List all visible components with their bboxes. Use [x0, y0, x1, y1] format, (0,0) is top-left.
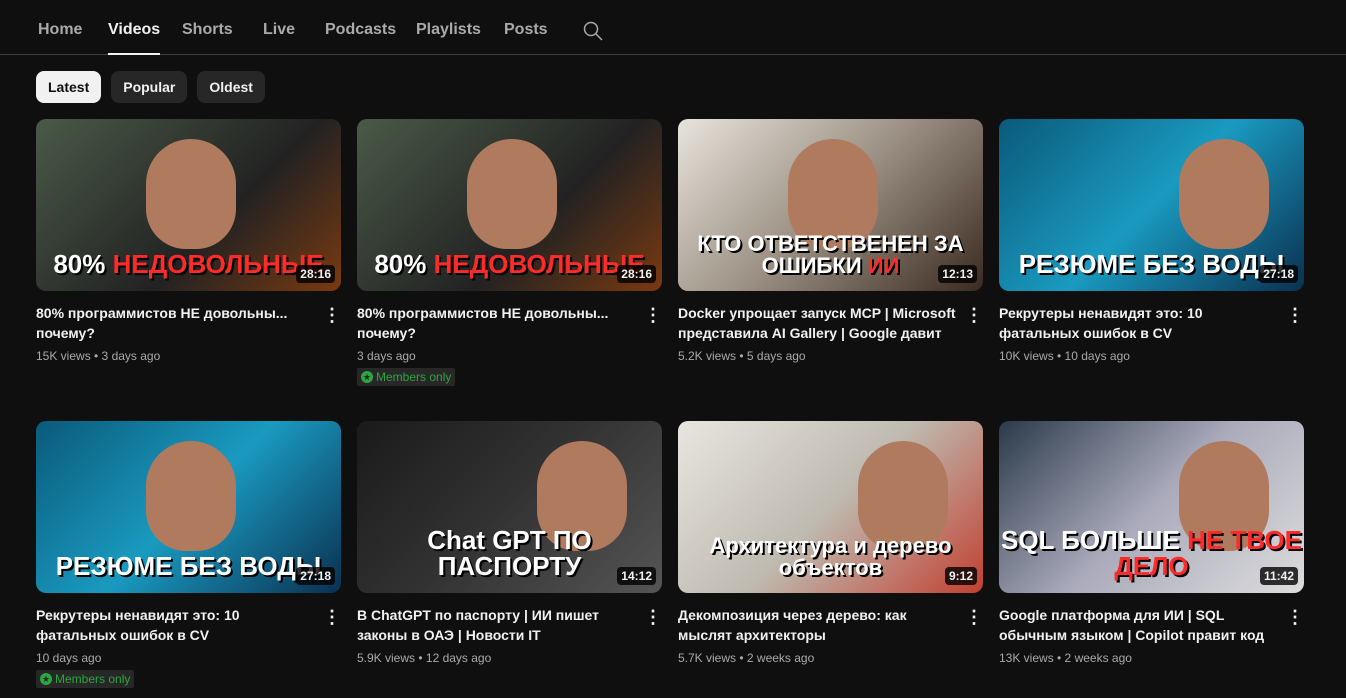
video-thumbnail[interactable]: SQL БОЛЬШЕ НЕ ТВОЕ ДЕЛО 11:42	[999, 421, 1304, 593]
members-only-badge: ★ Members only	[357, 368, 456, 386]
more-options-icon[interactable]: ⋮	[1286, 607, 1304, 627]
more-options-icon[interactable]: ⋮	[965, 607, 983, 627]
caption-text: КТО ОТВЕТСТВЕНЕН ЗА ОШИБКИ	[697, 231, 964, 278]
caption-text: 80%	[374, 249, 434, 279]
tab-videos[interactable]: Videos	[108, 21, 161, 55]
video-title[interactable]: Декомпозиция через дерево: как мыслят ар…	[678, 605, 958, 645]
video-title[interactable]: Docker упрощает запуск MCP | Microsoft п…	[678, 303, 958, 343]
video-card[interactable]: SQL БОЛЬШЕ НЕ ТВОЕ ДЕЛО 11:42 Google пла…	[999, 421, 1304, 665]
video-card[interactable]: РЕЗЮМЕ БЕЗ ВОДЫ 27:18 Рекрутеры ненавидя…	[999, 119, 1304, 363]
video-meta: 10K views • 10 days ago	[999, 349, 1130, 363]
thumbnail-caption: 80% НЕДОВОЛЬНЫЕ	[36, 251, 341, 277]
thumbnail-caption: 80% НЕДОВОЛЬНЫЕ	[357, 251, 662, 277]
thumbnail-caption: РЕЗЮМЕ БЕЗ ВОДЫ	[999, 251, 1304, 277]
presenter-image	[146, 139, 236, 249]
video-card[interactable]: Chat GPT ПО ПАСПОРТУ 14:12 В ChatGPT по …	[357, 421, 662, 665]
caption-text: РЕЗЮМЕ БЕЗ ВОДЫ	[1018, 249, 1285, 279]
video-title[interactable]: В ChatGPT по паспорту | ИИ пишет законы …	[357, 605, 637, 645]
video-thumbnail[interactable]: 80% НЕДОВОЛЬНЫЕ 28:16	[357, 119, 662, 291]
chip-popular[interactable]: Popular	[111, 71, 188, 103]
thumbnail-caption: КТО ОТВЕТСТВЕНЕН ЗА ОШИБКИ ИИ	[678, 233, 983, 277]
duration-badge: 27:18	[1259, 265, 1298, 283]
members-only-badge: ★ Members only	[36, 670, 135, 688]
video-title[interactable]: 80% программистов НЕ довольны... почему?	[357, 303, 637, 343]
thumbnail-caption: SQL БОЛЬШЕ НЕ ТВОЕ ДЕЛО	[999, 527, 1304, 579]
video-meta: 5.7K views • 2 weeks ago	[678, 651, 815, 665]
video-meta: 10 days ago	[36, 651, 102, 665]
video-thumbnail[interactable]: 80% НЕДОВОЛЬНЫЕ 28:16	[36, 119, 341, 291]
video-title[interactable]: Google платформа для ИИ | SQL обычным яз…	[999, 605, 1279, 645]
tab-podcasts[interactable]: Podcasts	[325, 21, 396, 39]
chip-latest[interactable]: Latest	[36, 71, 102, 103]
caption-highlight: НЕДОВОЛЬНЫЕ	[112, 249, 324, 279]
duration-badge: 28:16	[617, 265, 656, 283]
video-thumbnail[interactable]: Chat GPT ПО ПАСПОРТУ 14:12	[357, 421, 662, 593]
video-thumbnail[interactable]: Архитектура и дерево объектов 9:12	[678, 421, 983, 593]
video-card[interactable]: Архитектура и дерево объектов 9:12 Деком…	[678, 421, 983, 665]
video-meta: 3 days ago	[357, 349, 416, 363]
presenter-image	[1179, 139, 1269, 249]
tab-home[interactable]: Home	[38, 21, 82, 39]
star-icon: ★	[361, 371, 373, 383]
sort-chips: Latest Popular Oldest	[36, 71, 265, 103]
video-thumbnail[interactable]: РЕЗЮМЕ БЕЗ ВОДЫ 27:18	[36, 421, 341, 593]
video-meta: 15K views • 3 days ago	[36, 349, 161, 363]
more-options-icon[interactable]: ⋮	[1286, 305, 1304, 325]
video-meta: 5.9K views • 12 days ago	[357, 651, 492, 665]
presenter-image	[146, 441, 236, 551]
more-options-icon[interactable]: ⋮	[644, 305, 662, 325]
presenter-image	[467, 139, 557, 249]
caption-text: РЕЗЮМЕ БЕЗ ВОДЫ	[55, 551, 322, 581]
tab-shorts[interactable]: Shorts	[182, 21, 233, 39]
video-card[interactable]: 80% НЕДОВОЛЬНЫЕ 28:16 80% программистов …	[357, 119, 662, 386]
caption-text: 80%	[53, 249, 113, 279]
star-icon: ★	[40, 673, 52, 685]
more-options-icon[interactable]: ⋮	[323, 305, 341, 325]
thumbnail-caption: РЕЗЮМЕ БЕЗ ВОДЫ	[36, 553, 341, 579]
duration-badge: 28:16	[296, 265, 335, 283]
video-title[interactable]: Рекрутеры ненавидят это: 10 фатальных ош…	[999, 303, 1279, 343]
duration-badge: 14:12	[617, 567, 656, 585]
video-thumbnail[interactable]: КТО ОТВЕТСТВЕНЕН ЗА ОШИБКИ ИИ 12:13	[678, 119, 983, 291]
video-card[interactable]: РЕЗЮМЕ БЕЗ ВОДЫ 27:18 Рекрутеры ненавидя…	[36, 421, 341, 688]
more-options-icon[interactable]: ⋮	[323, 607, 341, 627]
caption-text: Архитектура и дерево объектов	[709, 533, 952, 580]
channel-tabs: Home Videos Shorts Live Podcasts Playlis…	[0, 0, 1346, 55]
video-meta: 5.2K views • 5 days ago	[678, 349, 806, 363]
tab-playlists[interactable]: Playlists	[416, 21, 481, 39]
video-card[interactable]: 80% НЕДОВОЛЬНЫЕ 28:16 80% программистов …	[36, 119, 341, 363]
search-icon[interactable]	[583, 21, 603, 41]
caption-highlight: НЕДОВОЛЬНЫЕ	[433, 249, 645, 279]
caption-text: Chat GPT ПО ПАСПОРТУ	[427, 525, 592, 581]
tab-posts[interactable]: Posts	[504, 21, 548, 39]
badge-label: Members only	[376, 370, 452, 384]
more-options-icon[interactable]: ⋮	[644, 607, 662, 627]
caption-highlight: ИИ	[867, 253, 900, 278]
duration-badge: 11:42	[1259, 567, 1298, 585]
chip-oldest[interactable]: Oldest	[197, 71, 265, 103]
duration-badge: 9:12	[944, 567, 977, 585]
tab-live[interactable]: Live	[263, 21, 295, 39]
thumbnail-caption: Архитектура и дерево объектов	[678, 535, 983, 579]
video-title[interactable]: 80% программистов НЕ довольны... почему?	[36, 303, 316, 343]
duration-badge: 12:13	[938, 265, 977, 283]
video-title[interactable]: Рекрутеры ненавидят это: 10 фатальных ош…	[36, 605, 316, 645]
video-thumbnail[interactable]: РЕЗЮМЕ БЕЗ ВОДЫ 27:18	[999, 119, 1304, 291]
video-meta: 13K views • 2 weeks ago	[999, 651, 1132, 665]
thumbnail-caption: Chat GPT ПО ПАСПОРТУ	[357, 527, 662, 579]
video-card[interactable]: КТО ОТВЕТСТВЕНЕН ЗА ОШИБКИ ИИ 12:13 Dock…	[678, 119, 983, 363]
duration-badge: 27:18	[296, 567, 335, 585]
more-options-icon[interactable]: ⋮	[965, 305, 983, 325]
badge-label: Members only	[55, 672, 131, 686]
